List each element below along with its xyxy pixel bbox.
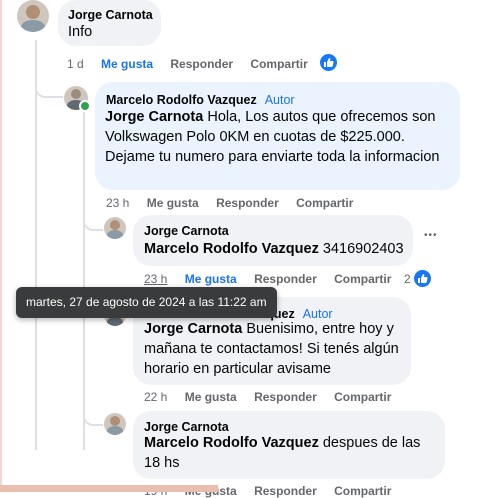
comment-actions: 23 h Me gusta Responder Compartir <box>144 272 405 286</box>
comment-author[interactable]: Jorge Carnota <box>68 8 153 22</box>
comment-actions: 1 d Me gusta Responder Compartir <box>67 57 322 71</box>
comment-text: Info <box>68 24 93 40</box>
share-button[interactable]: Compartir <box>334 484 391 498</box>
reaction-count[interactable]: 2 <box>404 272 411 286</box>
comment-text: Marcelo Rodolfo Vazquez 3416902403 <box>144 239 404 259</box>
share-button[interactable]: Compartir <box>334 272 391 286</box>
bottom-edge-strip <box>0 485 218 492</box>
like-reaction-icon[interactable] <box>414 270 431 287</box>
reply-button[interactable]: Responder <box>254 484 317 498</box>
comment-time[interactable]: 1 d <box>67 57 84 71</box>
comment-text: Marcelo Rodolfo Vazquez despues de las 1… <box>144 433 434 473</box>
comment-text: Jorge Carnota Buenisimo, entre hoy y mañ… <box>144 319 404 379</box>
like-button[interactable]: Me gusta <box>185 272 237 286</box>
avatar[interactable] <box>104 413 126 435</box>
share-button[interactable]: Compartir <box>334 390 391 404</box>
mention-link[interactable]: Marcelo Rodolfo Vazquez <box>144 435 319 451</box>
thread-curve <box>35 70 63 98</box>
comment-actions: 23 h Me gusta Responder Compartir <box>106 196 367 210</box>
comment-actions: 22 h Me gusta Responder Compartir <box>144 390 405 404</box>
comment-time[interactable]: 23 h <box>144 272 167 286</box>
comment-bubble: Marcelo Rodolfo Vazquez Autor Jorge Carno… <box>95 82 460 190</box>
author-badge: Autor <box>264 93 295 107</box>
like-button[interactable]: Me gusta <box>101 57 153 71</box>
share-button[interactable]: Compartir <box>296 196 353 210</box>
comment-body: 3416902403 <box>318 241 404 257</box>
mention-link[interactable]: Marcelo Rodolfo Vazquez <box>144 241 319 257</box>
comment-bubble: Jorge Carnota Marcelo Rodolfo Vazquez de… <box>133 411 445 479</box>
thread-line <box>83 110 85 450</box>
thread-curve <box>83 400 103 426</box>
comment-text: Jorge Carnota Hola, Los autos que ofrece… <box>105 107 440 167</box>
timestamp-tooltip: martes, 27 de agosto de 2024 a las 11:22… <box>16 287 277 318</box>
comment-author[interactable]: Marcelo Rodolfo Vazquez <box>106 93 257 107</box>
like-button[interactable]: Me gusta <box>147 196 199 210</box>
reply-button[interactable]: Responder <box>170 57 233 71</box>
reply-button[interactable]: Responder <box>254 390 317 404</box>
reply-button[interactable]: Responder <box>254 272 317 286</box>
thread-line <box>35 40 37 450</box>
comment-time[interactable]: 22 h <box>144 390 167 404</box>
avatar[interactable] <box>17 0 49 32</box>
comment-author[interactable]: Jorge Carnota <box>144 420 229 434</box>
mention-link[interactable]: Jorge Carnota <box>105 109 203 125</box>
comment-author[interactable]: Jorge Carnota <box>144 224 229 238</box>
comment-time[interactable]: 23 h <box>106 196 129 210</box>
reply-button[interactable]: Responder <box>216 196 279 210</box>
thread-curve <box>83 205 103 231</box>
avatar[interactable] <box>104 217 126 239</box>
comment-bubble: Jorge Carnota Info <box>58 0 161 46</box>
like-reaction-icon[interactable] <box>320 54 337 71</box>
more-options-icon[interactable]: ••• <box>424 230 438 241</box>
mention-link[interactable]: Jorge Carnota <box>144 321 242 337</box>
left-edge-strip <box>0 0 2 492</box>
comment-bubble: Jorge Carnota Marcelo Rodolfo Vazquez 34… <box>133 215 413 266</box>
share-button[interactable]: Compartir <box>250 57 307 71</box>
like-button[interactable]: Me gusta <box>185 390 237 404</box>
online-status-indicator <box>79 100 91 112</box>
